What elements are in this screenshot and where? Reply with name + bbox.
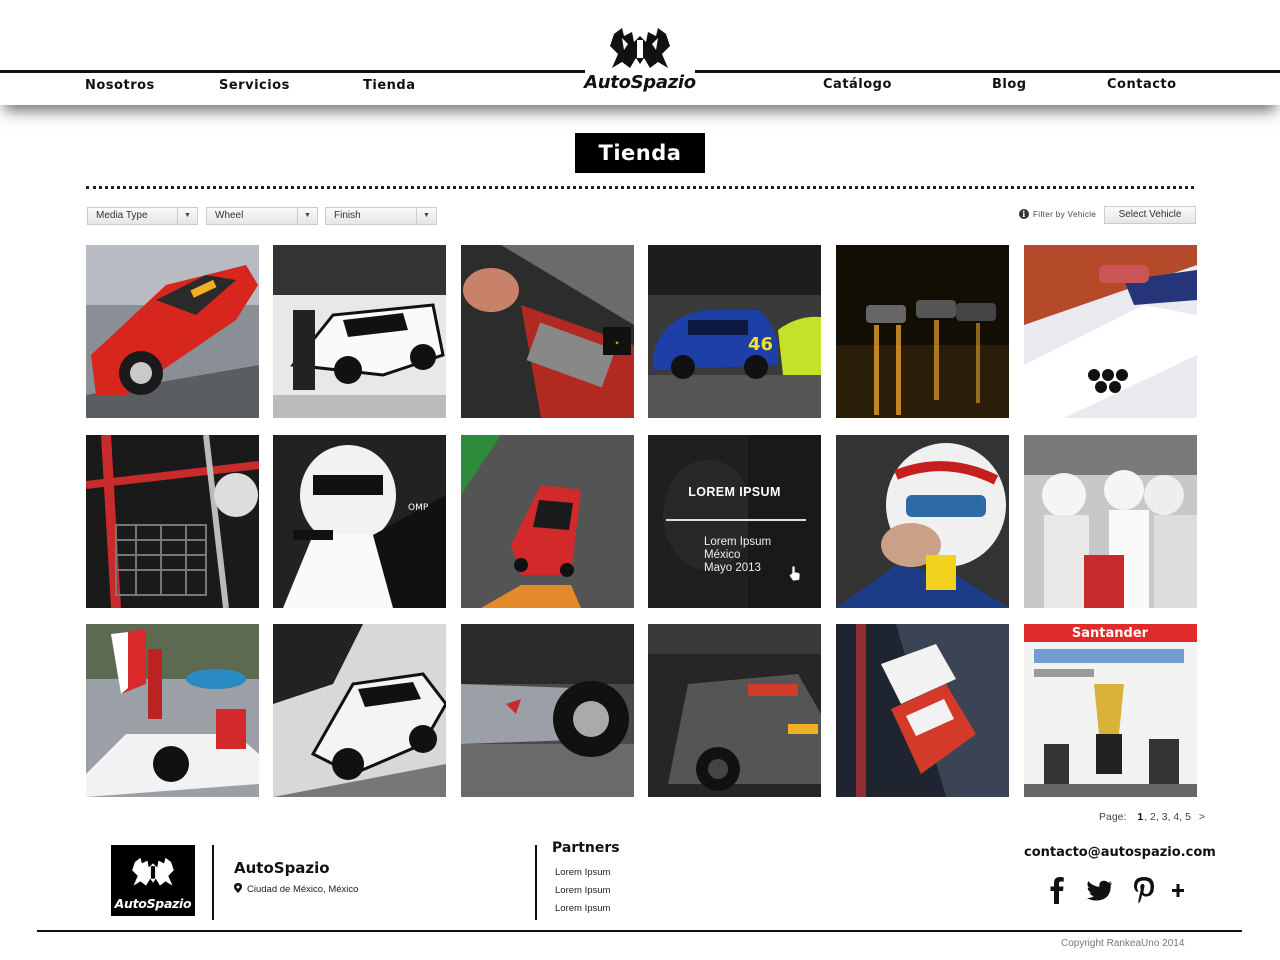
filter-by-vehicle: i Filter by Vehicle bbox=[1019, 209, 1096, 219]
company-name: AutoSpazio bbox=[234, 859, 330, 877]
gallery-tile[interactable] bbox=[461, 624, 634, 797]
footer-divider bbox=[535, 845, 537, 920]
svg-text:OMP: OMP bbox=[408, 503, 429, 513]
header-rule-right bbox=[695, 70, 1280, 73]
contact-email[interactable]: contacto@autospazio.com bbox=[1024, 845, 1216, 860]
gallery-tile[interactable] bbox=[273, 245, 446, 418]
media-type-label: Media Type bbox=[96, 210, 148, 221]
overlay-title: LOREM IPSUM bbox=[688, 485, 781, 499]
twitter-icon[interactable] bbox=[1086, 876, 1114, 904]
gallery-tile-hover[interactable]: LOREM IPSUM Lorem Ipsum México Mayo 2013 bbox=[648, 435, 821, 608]
partner-link[interactable]: Lorem Ipsum bbox=[555, 885, 610, 896]
footer-divider bbox=[212, 845, 214, 920]
page-current[interactable]: 1 bbox=[1137, 811, 1143, 823]
page-next-icon[interactable]: > bbox=[1199, 811, 1205, 823]
gallery-tile[interactable] bbox=[836, 624, 1009, 797]
pagination-label: Page: bbox=[1099, 811, 1127, 823]
touring-cars-track-photo bbox=[836, 624, 1009, 797]
night-race-lights-photo bbox=[836, 245, 1009, 418]
gallery-tile[interactable] bbox=[1024, 245, 1197, 418]
black-gt-car-photo bbox=[648, 624, 821, 797]
finish-select[interactable]: Finish ▼ bbox=[325, 207, 437, 225]
red-classic-car-photo bbox=[86, 245, 259, 418]
overlay-line-2: México bbox=[704, 549, 741, 561]
griffin-crest-icon bbox=[610, 28, 670, 68]
gallery-tile[interactable] bbox=[273, 624, 446, 797]
footer-logo-wordmark: AutoSpazio bbox=[114, 896, 192, 911]
facebook-icon[interactable] bbox=[1047, 876, 1067, 904]
partner-link[interactable]: Lorem Ipsum bbox=[555, 903, 610, 914]
site-header: Nosotros Servicios Tienda Catálogo Blog … bbox=[0, 0, 1280, 105]
driver-helmet-bw-photo: OMP bbox=[273, 435, 446, 608]
gallery-tile[interactable]: 46 bbox=[648, 245, 821, 418]
black-white-race-car-photo bbox=[273, 245, 446, 418]
gallery-tile[interactable]: Santander bbox=[1024, 624, 1197, 797]
chevron-down-icon: ▼ bbox=[177, 208, 197, 224]
overlay-line-1: Lorem Ipsum bbox=[704, 536, 772, 548]
roll-cage-cockpit-photo bbox=[86, 435, 259, 608]
pagination: Page: 1, 2, 3, 4, 5 > bbox=[1098, 811, 1205, 823]
footer-rule bbox=[37, 930, 1242, 932]
overlay-divider bbox=[666, 519, 806, 521]
svg-text:46: 46 bbox=[748, 334, 773, 355]
wheel-label: Wheel bbox=[215, 210, 244, 221]
gallery-tile[interactable] bbox=[461, 435, 634, 608]
map-pin-icon bbox=[234, 883, 242, 893]
page-others[interactable]: , 2, 3, 4, 5 bbox=[1144, 811, 1191, 823]
nav-contacto[interactable]: Contacto bbox=[1107, 77, 1177, 92]
blue-rally-cars-photo: 46 bbox=[648, 245, 821, 418]
svg-text:✦: ✦ bbox=[614, 340, 619, 347]
hover-overlay: LOREM IPSUM Lorem Ipsum México Mayo 2013 bbox=[648, 435, 821, 608]
gallery-tile[interactable] bbox=[86, 435, 259, 608]
vintage-racer-photo bbox=[461, 624, 634, 797]
nav-servicios[interactable]: Servicios bbox=[219, 78, 290, 93]
chevron-down-icon: ▼ bbox=[416, 208, 436, 224]
company-location-text: Ciudad de México, México bbox=[247, 884, 359, 895]
gallery-tile[interactable] bbox=[836, 435, 1009, 608]
footer-logo[interactable]: AutoSpazio bbox=[111, 845, 195, 916]
site-logo[interactable]: AutoSpazio bbox=[580, 24, 700, 98]
aston-martin-bw-photo bbox=[273, 624, 446, 797]
pit-crew-photo bbox=[1024, 435, 1197, 608]
select-vehicle-button[interactable]: Select Vehicle bbox=[1104, 206, 1196, 224]
logo-wordmark: AutoSpazio bbox=[584, 72, 696, 93]
gallery-tile[interactable]: OMP bbox=[273, 435, 446, 608]
wheel-select[interactable]: Wheel ▼ bbox=[206, 207, 318, 225]
nav-tienda[interactable]: Tienda bbox=[363, 78, 415, 93]
media-type-select[interactable]: Media Type ▼ bbox=[87, 207, 198, 225]
svg-text:Santander: Santander bbox=[1072, 626, 1149, 641]
nav-catalogo[interactable]: Catálogo bbox=[823, 77, 892, 92]
page-title: Tienda bbox=[575, 133, 705, 173]
driver-helmet-photo bbox=[836, 435, 1009, 608]
hand-cursor-icon bbox=[789, 566, 801, 582]
filter-by-vehicle-label: Filter by Vehicle bbox=[1033, 210, 1097, 219]
partner-link[interactable]: Lorem Ipsum bbox=[555, 867, 610, 878]
dotted-divider bbox=[86, 186, 1194, 189]
gallery-tile[interactable] bbox=[1024, 435, 1197, 608]
plus-icon[interactable] bbox=[1171, 876, 1185, 904]
chevron-down-icon: ▼ bbox=[297, 208, 317, 224]
gallery-tile[interactable] bbox=[86, 245, 259, 418]
header-rule-left bbox=[0, 70, 585, 73]
overlay-line-3: Mayo 2013 bbox=[704, 562, 761, 574]
white-formula-car-photo bbox=[1024, 245, 1197, 418]
mechanic-engine-photo: ✦ bbox=[461, 245, 634, 418]
nav-nosotros[interactable]: Nosotros bbox=[85, 78, 155, 93]
info-icon: i bbox=[1019, 209, 1029, 219]
finish-label: Finish bbox=[334, 210, 361, 221]
gallery-tile[interactable] bbox=[836, 245, 1009, 418]
overlay-details: Lorem Ipsum México Mayo 2013 bbox=[704, 536, 771, 575]
red-touring-car-photo bbox=[461, 435, 634, 608]
copyright: Copyright RankeaUno 2014 bbox=[1061, 938, 1185, 949]
grid-girl-formula-photo bbox=[86, 624, 259, 797]
pinterest-icon[interactable] bbox=[1132, 876, 1156, 904]
griffin-crest-icon bbox=[132, 857, 174, 886]
nav-blog[interactable]: Blog bbox=[992, 77, 1027, 92]
gallery-tile[interactable]: ✦ bbox=[461, 245, 634, 418]
company-location: Ciudad de México, México bbox=[234, 883, 358, 895]
partners-title: Partners bbox=[552, 840, 620, 854]
gallery-tile[interactable] bbox=[648, 624, 821, 797]
gallery-tile[interactable] bbox=[86, 624, 259, 797]
podium-trophy-photo: Santander bbox=[1024, 624, 1197, 797]
